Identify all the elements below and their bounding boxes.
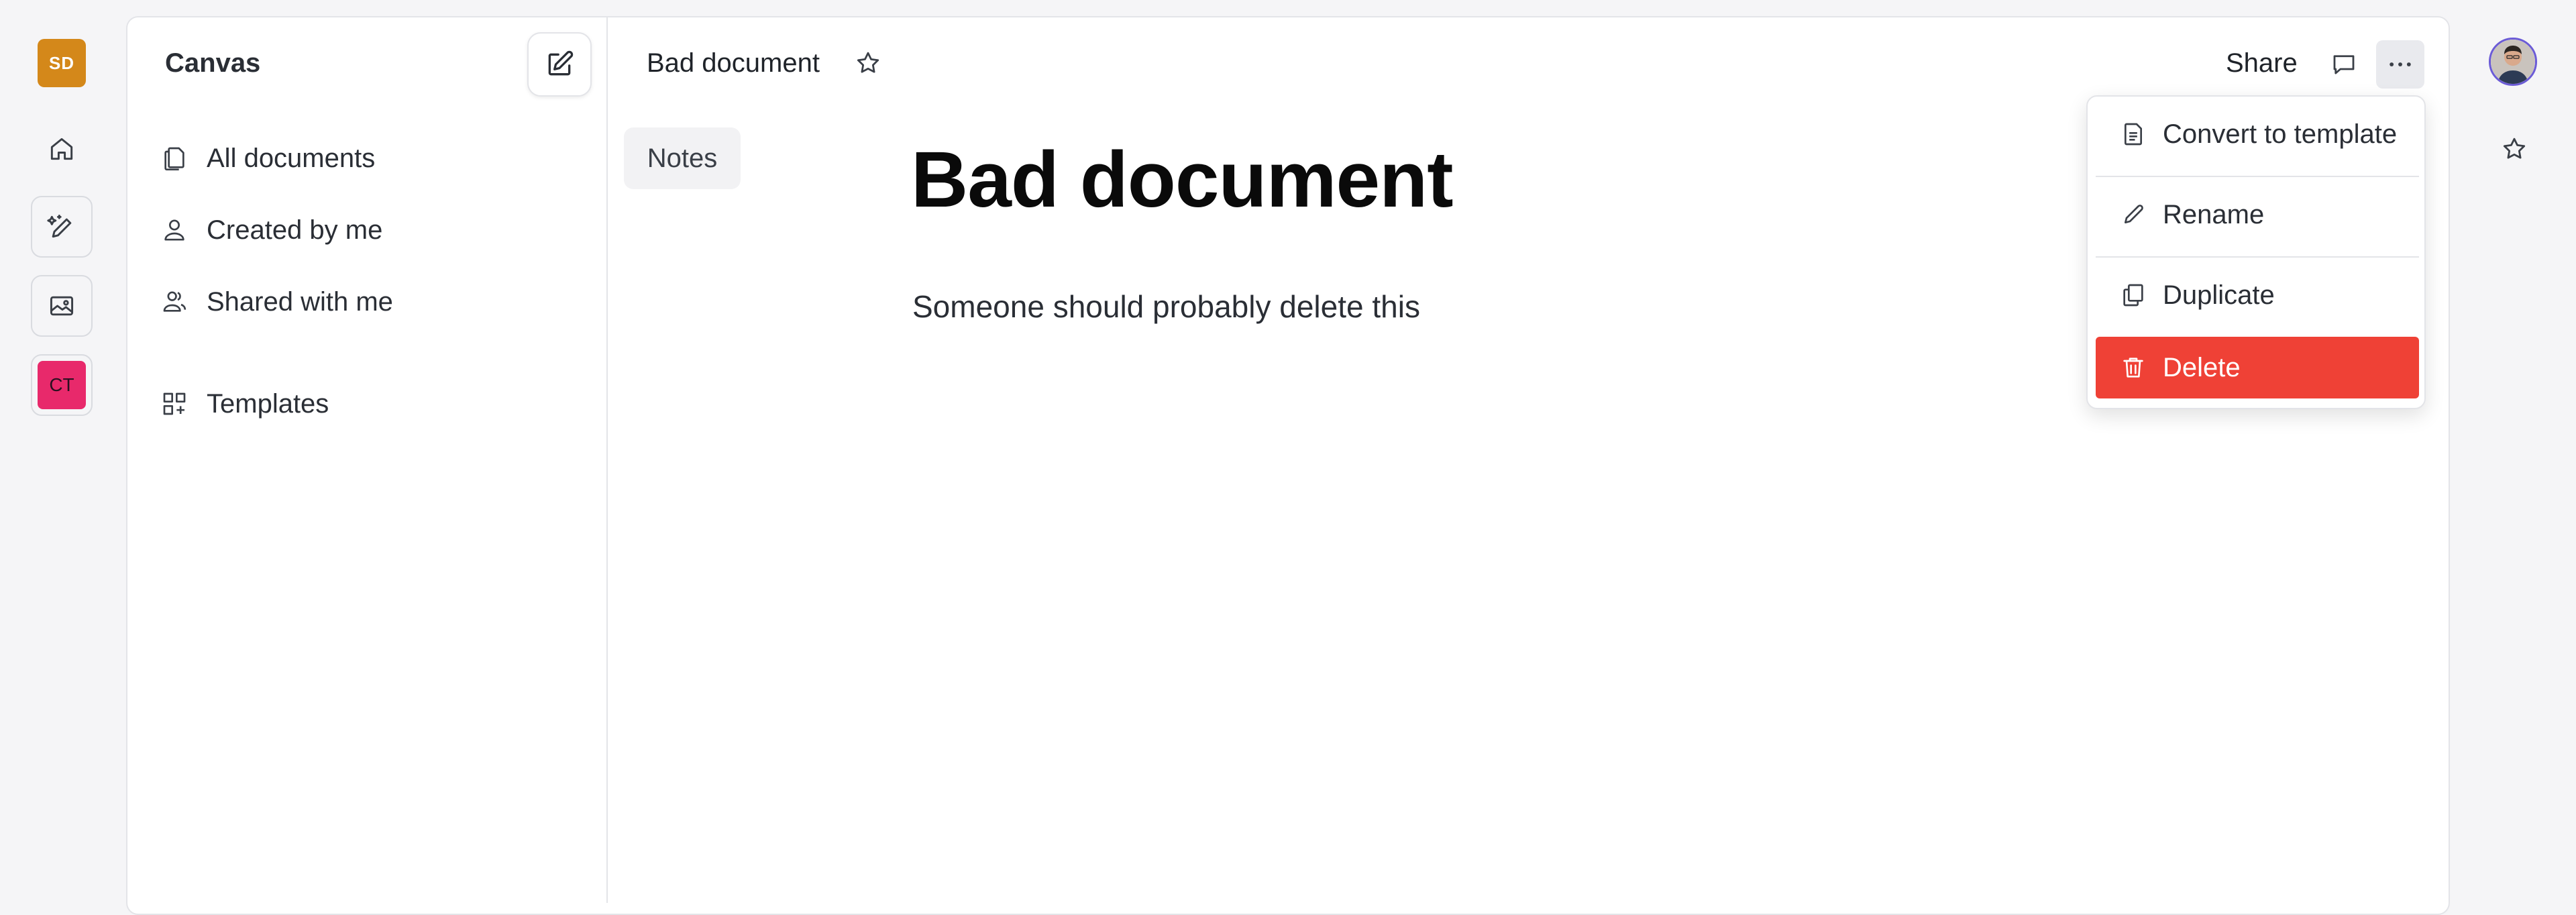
compose-icon (545, 50, 574, 79)
comment-icon (2330, 50, 2358, 78)
documents-icon (158, 142, 191, 174)
sidebar-item-created-by-me[interactable]: Created by me (158, 209, 382, 252)
magic-edit-button[interactable] (31, 196, 93, 258)
star-icon (2500, 135, 2528, 163)
copy-icon (2117, 279, 2149, 311)
menu-item-duplicate[interactable]: Duplicate (2096, 264, 2419, 326)
image-icon (47, 291, 76, 321)
sidebar-item-all-documents[interactable]: All documents (158, 137, 375, 180)
menu-item-label: Duplicate (2163, 280, 2275, 310)
ellipsis-icon (2385, 50, 2415, 79)
star-icon (854, 49, 882, 77)
sidebar-item-label: Shared with me (207, 286, 393, 317)
sidebar-item-label: Templates (207, 388, 329, 419)
sidebar-item-label: Created by me (207, 215, 383, 245)
trash-icon (2117, 352, 2149, 384)
templates-icon (158, 388, 191, 420)
more-options-button[interactable] (2376, 40, 2424, 89)
sidebar-item-templates[interactable]: Templates (158, 382, 329, 425)
document-body[interactable]: Someone should probably delete this (912, 288, 1420, 325)
menu-item-rename[interactable]: Rename (2096, 184, 2419, 246)
menu-separator (2096, 176, 2419, 177)
profile-avatar[interactable] (2489, 38, 2537, 86)
sidebar-title: Canvas (165, 48, 261, 78)
home-button[interactable] (31, 118, 93, 180)
document-title[interactable]: Bad document (647, 48, 820, 78)
favorite-button[interactable] (851, 46, 885, 80)
menu-item-label: Rename (2163, 199, 2265, 229)
user-avatar[interactable]: SD (38, 39, 86, 87)
new-document-button[interactable] (527, 32, 592, 97)
menu-item-convert-to-template[interactable]: Convert to template (2096, 103, 2419, 165)
person-icon (158, 214, 191, 246)
menu-item-label: Convert to template (2163, 119, 2398, 149)
gallery-button[interactable] (31, 275, 93, 337)
home-icon (47, 134, 76, 164)
share-button[interactable]: Share (2226, 48, 2298, 78)
pencil-icon (2117, 199, 2149, 231)
sidebar-divider (606, 17, 608, 903)
more-options-menu: Convert to template Rename Duplicate Del… (2086, 95, 2426, 409)
workspace-button[interactable]: CT (31, 354, 93, 416)
people-icon (158, 286, 191, 318)
favorites-button[interactable] (2497, 131, 2532, 166)
menu-item-delete[interactable]: Delete (2096, 337, 2419, 398)
magic-pencil-icon (47, 212, 76, 241)
menu-item-label: Delete (2163, 352, 2241, 382)
sidebar-item-label: All documents (207, 143, 376, 173)
document-heading[interactable]: Bad document (911, 134, 1453, 225)
template-icon (2117, 118, 2149, 150)
comments-button[interactable] (2325, 46, 2363, 83)
tab-notes[interactable]: Notes (624, 127, 741, 189)
workspace-avatar: CT (38, 361, 86, 409)
menu-separator (2096, 256, 2419, 258)
sidebar-item-shared-with-me[interactable]: Shared with me (158, 280, 393, 323)
